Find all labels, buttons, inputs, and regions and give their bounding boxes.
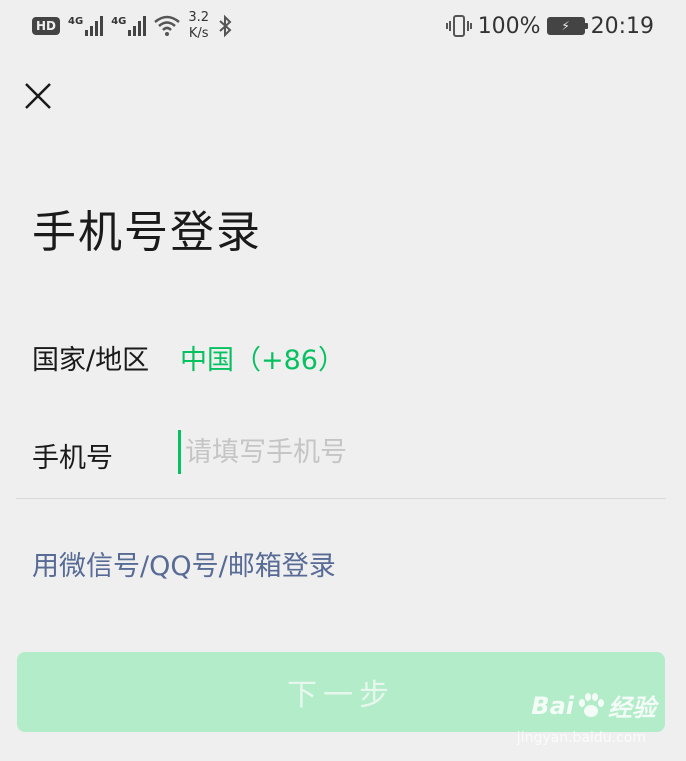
divider [16, 498, 666, 499]
watermark-brand-left: Bai [531, 691, 574, 720]
phone-input[interactable] [178, 430, 655, 474]
country-selector[interactable]: 中国（+86） [180, 338, 345, 377]
watermark-brand-right: 经验 [608, 694, 656, 722]
phone-label: 手机号 [32, 443, 113, 474]
sim2-gen-label: 4G [111, 16, 127, 27]
sim2-signal-icon: 4G [111, 16, 147, 36]
close-icon [25, 83, 51, 109]
sim1-gen-label: 4G [68, 16, 84, 27]
bluetooth-icon [219, 14, 232, 38]
status-bar: HD 4G 4G 3.2 K/s 100% ⚡ 20:19 [0, 0, 686, 52]
speed-value: 3.2 [188, 10, 210, 25]
close-button[interactable] [22, 80, 54, 112]
watermark-url: jingyan.baidu.com [516, 730, 646, 746]
alt-login-link[interactable]: 用微信号/QQ号/邮箱登录 [32, 544, 336, 583]
network-speed: 3.2 K/s [188, 10, 209, 42]
paw-icon [579, 692, 604, 717]
hd-badge: HD [32, 17, 61, 35]
sim1-signal-icon: 4G [68, 16, 104, 36]
battery-percent: 100% [477, 13, 541, 39]
vibrate-icon [445, 15, 472, 37]
country-label: 国家/地区 [32, 345, 150, 376]
battery-charging-icon: ⚡ [546, 17, 588, 35]
status-right: 100% ⚡ 20:19 [445, 13, 654, 39]
page-title: 手机号登录 [32, 207, 262, 258]
clock: 20:19 [590, 13, 654, 39]
baidu-watermark: Bai 经验 [531, 688, 656, 723]
speed-unit: K/s [188, 26, 209, 41]
wifi-icon [154, 15, 181, 36]
status-left: HD 4G 4G 3.2 K/s [32, 10, 233, 42]
